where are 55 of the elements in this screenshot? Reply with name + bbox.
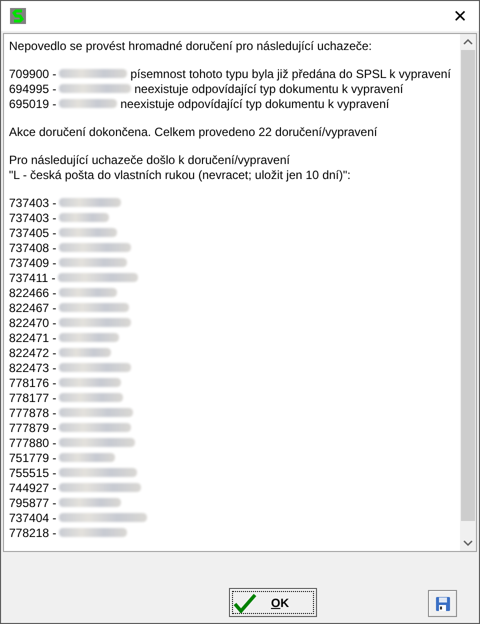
redacted-name xyxy=(59,333,120,342)
redacted-name xyxy=(59,378,122,387)
applicant-id: 777879 - xyxy=(9,420,56,436)
applicant-id: 709900 - xyxy=(9,66,56,82)
applicant-id: 737408 - xyxy=(9,240,56,256)
applicant-id: 778176 - xyxy=(9,374,56,390)
message-text: "L - česká pošta do vlastních rukou (nevracet; uložit jen 10 dní)": xyxy=(9,166,351,182)
applicant-id: 737404 - xyxy=(9,510,56,526)
applicant-id: 737409 - xyxy=(9,254,56,270)
redacted-name xyxy=(59,348,112,357)
message-text: Pro následující uchazeče došlo k doručení/vypravení xyxy=(9,152,290,168)
applicant-id: 744927 - xyxy=(9,480,56,496)
applicant-id: 795877 - xyxy=(9,494,56,510)
applicant-id: 822470 - xyxy=(9,314,56,330)
applicant-id: 777878 - xyxy=(9,404,56,420)
save-button[interactable] xyxy=(428,590,457,617)
message-text: Nepovedlo se provést hromadné doručení pro následující uchazeče: xyxy=(9,38,372,54)
redacted-name xyxy=(59,288,118,297)
redacted-name xyxy=(59,498,122,507)
redacted-name xyxy=(59,99,118,108)
redacted-name xyxy=(59,303,130,312)
applicant-id: 694995 - xyxy=(9,80,56,96)
applicant-id: 778177 - xyxy=(9,390,56,406)
failure-reason: neexistuje odpovídající typ dokumentu k vypravení xyxy=(134,80,404,96)
redacted-name xyxy=(59,393,124,402)
checkmark-icon xyxy=(233,592,257,612)
redacted-name xyxy=(59,258,128,267)
applicant-id: 778218 - xyxy=(9,524,56,540)
applicant-id: 695019 - xyxy=(9,96,56,112)
redacted-name xyxy=(59,69,128,78)
message-text: Akce doručení dokončena. Celkem provedeno 22 doručení/vypravení xyxy=(9,124,378,140)
applicant-id: 751779 - xyxy=(9,450,56,466)
failure-reason: neexistuje odpovídající typ dokumentu k vypravení xyxy=(120,96,390,112)
applicant-id: 822472 - xyxy=(9,344,56,360)
applicant-id: 822467 - xyxy=(9,300,56,316)
applicant-id: 737403 - xyxy=(9,194,56,210)
applicant-id: 737403 - xyxy=(9,210,56,226)
scrollbar-thumb[interactable] xyxy=(461,50,475,521)
applicant-id: 755515 - xyxy=(9,464,56,480)
close-button[interactable]: ✕ xyxy=(449,8,471,24)
applicant-id: 822471 - xyxy=(9,330,56,346)
redacted-name xyxy=(59,528,128,537)
applicant-id: 777880 - xyxy=(9,434,56,450)
applicant-id: 822466 - xyxy=(9,284,56,300)
save-icon xyxy=(434,596,450,612)
failure-reason: písemnost tohoto typu byla již předána do SPSL k vypravení xyxy=(130,66,451,82)
applicant-id: 737411 - xyxy=(9,270,56,286)
redacted-name xyxy=(59,198,122,207)
redacted-name xyxy=(59,228,118,237)
ok-button[interactable]: OK xyxy=(229,588,317,617)
app-icon xyxy=(10,8,26,24)
redacted-name xyxy=(59,213,110,222)
redacted-name xyxy=(59,453,116,462)
applicant-id: 737405 - xyxy=(9,224,56,240)
applicant-id: 822473 - xyxy=(9,360,56,376)
